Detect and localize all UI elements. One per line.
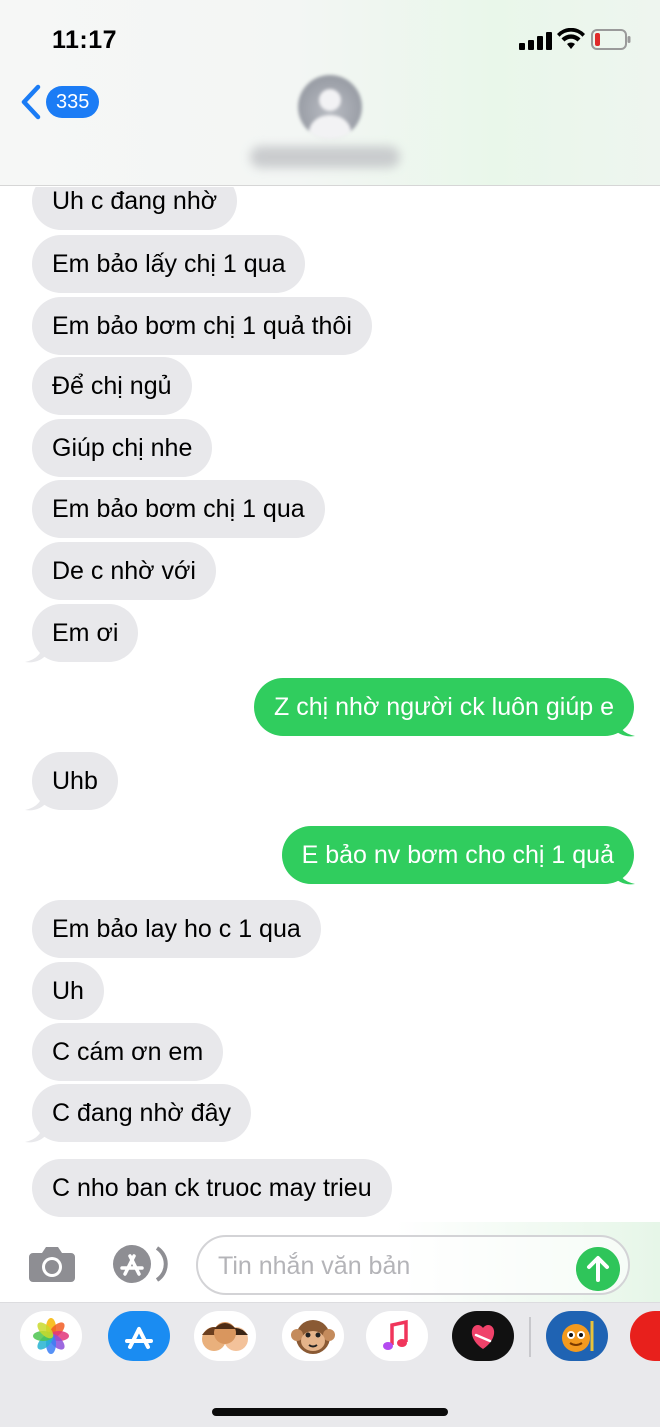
bubble-tail [25,1122,47,1143]
contact-name[interactable] [250,146,400,168]
app-store-app-icon[interactable] [108,1311,170,1361]
game-app-icon[interactable] [546,1311,608,1361]
incoming-message-bubble[interactable]: Em bảo bơm chị 1 qua [32,480,325,538]
unread-count-badge: 335 [46,86,100,118]
app-drawer [0,1302,660,1427]
chevron-left-icon [21,84,41,120]
more-app-icon[interactable] [630,1311,660,1361]
conversation-header: 11:17 335 [0,0,660,186]
incoming-message-bubble[interactable]: Em bảo bơm chị 1 quả thôi [32,297,372,355]
photos-app-icon[interactable] [20,1311,82,1361]
camera-icon[interactable] [27,1244,77,1284]
animoji-monkey-icon[interactable] [282,1311,344,1361]
status-time: 11:17 [52,26,118,54]
outgoing-message-bubble[interactable]: Z chị nhờ người ck luôn giúp e [254,678,634,736]
incoming-message-bubble[interactable]: Uh c đang nhờ [32,187,238,230]
send-arrow-icon[interactable] [576,1247,620,1291]
battery-low-icon [591,29,631,50]
message-input[interactable] [218,1247,568,1285]
input-bar [0,1222,660,1302]
memoji-app-icon[interactable] [194,1311,256,1361]
outgoing-message-bubble[interactable]: E bảo nv bơm cho chị 1 quả [281,826,634,884]
incoming-message-bubble[interactable]: Giúp chị nhe [32,419,213,477]
home-indicator[interactable] [212,1408,448,1416]
music-app-icon[interactable] [366,1311,428,1361]
incoming-message-bubble[interactable]: C cám ơn em [32,1023,224,1081]
bubble-tail [25,790,47,811]
incoming-message-bubble[interactable]: Em ơi [32,604,139,662]
incoming-message-bubble[interactable]: Em bảo lay ho c 1 qua [32,900,321,958]
wifi-icon [557,28,585,49]
contact-avatar[interactable] [298,75,362,139]
digital-touch-icon[interactable] [452,1311,514,1361]
incoming-message-bubble[interactable]: De c nhờ với [32,542,216,600]
incoming-message-bubble[interactable]: Uh [32,962,104,1020]
app-store-icon[interactable] [110,1244,168,1284]
cellular-signal-icon [519,32,553,50]
drawer-divider [529,1317,531,1357]
message-text-field[interactable] [196,1235,630,1295]
incoming-message-bubble[interactable]: Em bảo lấy chị 1 qua [32,235,306,293]
bubble-tail [613,716,635,737]
bubble-tail [25,642,47,663]
incoming-message-bubble[interactable]: C đang nhờ đây [32,1084,252,1142]
incoming-message-bubble[interactable]: Để chị ngủ [32,357,192,415]
back-button[interactable]: 335 [18,84,108,120]
incoming-message-bubble[interactable]: C nho ban ck truoc may trieu [32,1159,392,1217]
message-thread[interactable]: Uh c đang nhờ Em bảo lấy chị 1 qua Em bảo … [0,187,660,1222]
bubble-tail [613,864,635,885]
